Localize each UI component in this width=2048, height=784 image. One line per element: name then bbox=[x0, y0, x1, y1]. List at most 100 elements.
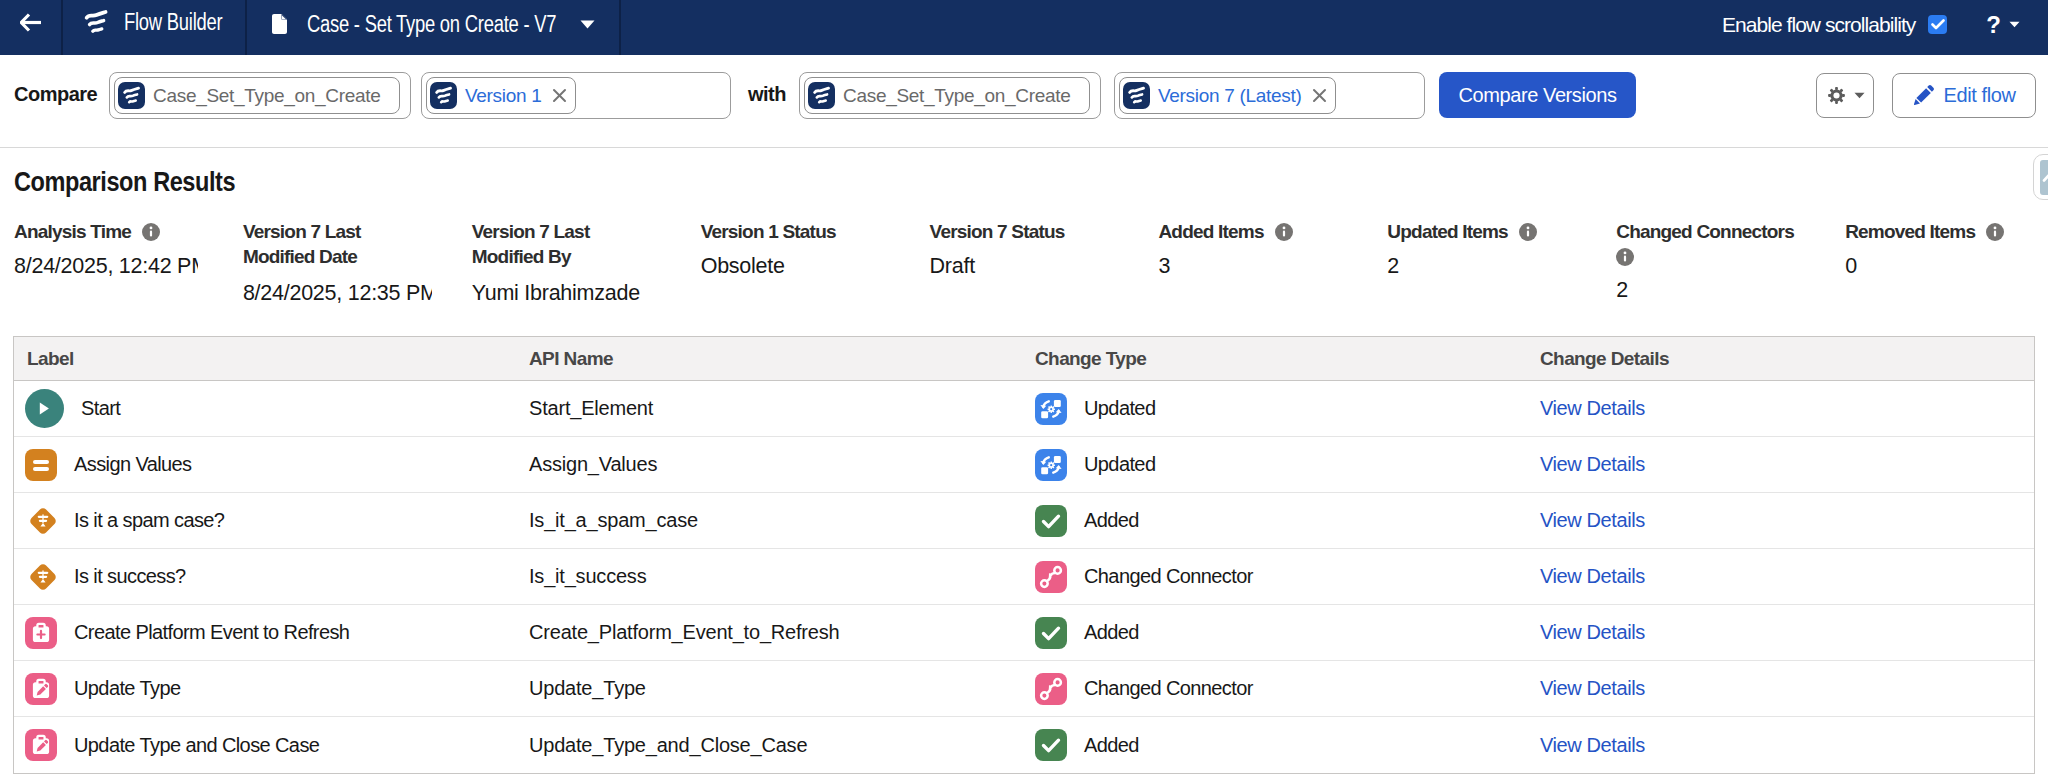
summary-label: Changed Connectors bbox=[1616, 219, 1806, 244]
assignment-icon bbox=[25, 449, 57, 481]
summary-label-glyph: Analysis Time bbox=[14, 219, 131, 244]
info-icon[interactable] bbox=[142, 223, 160, 241]
summary-value: 8/24/2025, 12:42 PM bbox=[14, 253, 198, 279]
compare-toolbar: Compare Case_Set_Type_on_Create bbox=[0, 55, 2048, 148]
change-type-label: Changed Connector bbox=[1084, 677, 1253, 700]
element-label: Is it success? bbox=[74, 565, 186, 588]
element-label: Start bbox=[81, 397, 120, 420]
changed-connector-icon-glyph bbox=[1035, 561, 1067, 593]
cell-change-type: Added bbox=[1035, 729, 1540, 761]
view-details-link[interactable]: View Details bbox=[1540, 509, 1645, 531]
topbar-divider bbox=[619, 0, 621, 55]
gear-icon bbox=[1826, 85, 1847, 106]
cell-change-details: View Details bbox=[1540, 621, 2034, 644]
settings-menu-button[interactable] bbox=[1816, 73, 1874, 118]
summary-label-glyph: Modified Date bbox=[243, 244, 357, 269]
table-row: Update Type and Close CaseUpdate_Type_an… bbox=[14, 717, 2034, 773]
left-flow-name: Case_Set_Type_on_Create bbox=[153, 85, 381, 107]
remove-left-version-button[interactable] bbox=[552, 88, 567, 103]
summary-label-glyph: Updated Items bbox=[1387, 219, 1508, 244]
element-label: Is it a spam case? bbox=[74, 509, 224, 532]
summary-item: Added Items3 bbox=[1158, 219, 1348, 306]
compare-versions-button[interactable]: Compare Versions bbox=[1439, 72, 1636, 118]
flow-icon-glyph bbox=[122, 86, 141, 105]
element-label: Create Platform Event to Refresh bbox=[74, 621, 349, 644]
decision-icon-glyph bbox=[29, 557, 57, 597]
record-update-icon-glyph bbox=[25, 729, 57, 761]
cell-api-name: Is_it_a_spam_case bbox=[529, 509, 1035, 532]
summary-item: Changed Connectors 2 bbox=[1616, 219, 1806, 306]
cell-change-type: Updated bbox=[1035, 449, 1540, 481]
cell-label: Is it a spam case? bbox=[14, 505, 529, 537]
cell-change-details: View Details bbox=[1540, 734, 2034, 757]
summary-grid: Analysis Time 8/24/2025, 12:42 PM Version … bbox=[14, 219, 2048, 306]
record-create-icon-glyph bbox=[25, 617, 57, 649]
left-version-pill[interactable]: Version 1 bbox=[426, 77, 576, 114]
cell-label: Create Platform Event to Refresh bbox=[14, 617, 529, 649]
summary-label: Version 7 Last bbox=[472, 219, 662, 244]
right-version-combobox[interactable]: Version 7 (Latest) bbox=[1114, 72, 1425, 119]
comparison-table: Label API Name Change Type Change Detail… bbox=[13, 336, 2035, 774]
help-menu[interactable]: ? bbox=[1986, 11, 2020, 39]
view-details-link[interactable]: View Details bbox=[1540, 565, 1645, 587]
back-arrow-icon bbox=[20, 13, 42, 32]
summary-label-glyph: Modified By bbox=[472, 244, 571, 269]
view-details-link[interactable]: View Details bbox=[1540, 621, 1645, 643]
cell-change-type: Changed Connector bbox=[1035, 673, 1540, 705]
help-icon: ? bbox=[1986, 11, 2001, 39]
added-icon-glyph bbox=[1035, 617, 1067, 649]
table-row: StartStart_ElementUpdatedView Details bbox=[14, 381, 2034, 437]
right-version-pill[interactable]: Version 7 (Latest) bbox=[1119, 77, 1336, 114]
info-icon[interactable] bbox=[1275, 223, 1293, 241]
view-details-link[interactable]: View Details bbox=[1540, 734, 1645, 756]
view-details-link[interactable]: View Details bbox=[1540, 453, 1645, 475]
with-label: with bbox=[748, 83, 786, 106]
topbar: Flow Builder Case - Set Type on Create -… bbox=[0, 0, 2048, 55]
record-update-icon-glyph bbox=[25, 673, 57, 705]
cell-label: Start bbox=[14, 389, 529, 428]
right-flow-pill[interactable]: Case_Set_Type_on_Create bbox=[804, 77, 1090, 114]
view-details-link[interactable]: View Details bbox=[1540, 397, 1645, 419]
added-icon-glyph bbox=[1035, 505, 1067, 537]
cell-change-type: Added bbox=[1035, 617, 1540, 649]
cell-api-name: Is_it_success bbox=[529, 565, 1035, 588]
table-header-row: Label API Name Change Type Change Detail… bbox=[14, 337, 2034, 381]
flow-tab[interactable]: Case - Set Type on Create - V7 bbox=[271, 0, 618, 48]
info-icon[interactable] bbox=[1616, 248, 1634, 266]
left-flow-combobox[interactable]: Case_Set_Type_on_Create bbox=[109, 72, 411, 119]
cell-label: Update Type and Close Case bbox=[14, 729, 529, 761]
summary-value: 3 bbox=[1158, 253, 1342, 279]
back-button[interactable] bbox=[0, 0, 62, 44]
flow-icon-glyph bbox=[434, 86, 453, 105]
summary-label-glyph: Changed Connectors bbox=[1616, 219, 1794, 244]
edit-flow-button[interactable]: Edit flow bbox=[1892, 73, 2036, 118]
topbar-divider bbox=[245, 0, 247, 55]
right-flow-combobox[interactable]: Case_Set_Type_on_Create bbox=[799, 72, 1101, 119]
added-icon bbox=[1035, 729, 1067, 761]
changed-connector-icon bbox=[1035, 673, 1067, 705]
cell-change-type: Updated bbox=[1035, 393, 1540, 425]
cell-change-details: View Details bbox=[1540, 509, 2034, 532]
summary-item: Version 7 StatusDraft bbox=[930, 219, 1120, 306]
summary-label: Updated Items bbox=[1387, 219, 1577, 244]
left-version-combobox[interactable]: Version 1 bbox=[421, 72, 731, 119]
info-icon[interactable] bbox=[1519, 223, 1537, 241]
column-header-change-details: Change Details bbox=[1540, 348, 2034, 370]
element-label: Update Type and Close Case bbox=[74, 734, 319, 757]
view-details-link[interactable]: View Details bbox=[1540, 677, 1645, 699]
table-row: Is it success? Is_it_success Changed Conne… bbox=[14, 549, 2034, 605]
info-icon[interactable] bbox=[1986, 223, 2004, 241]
updated-icon bbox=[1035, 393, 1067, 425]
chevron-up-icon bbox=[2042, 172, 2048, 182]
remove-right-version-button[interactable] bbox=[1312, 88, 1327, 103]
scrollbar-fragment[interactable] bbox=[2033, 154, 2048, 200]
change-type-label: Changed Connector bbox=[1084, 565, 1253, 588]
info-icon-glyph bbox=[1275, 223, 1293, 241]
start-icon-glyph bbox=[25, 389, 64, 428]
column-header-label: Label bbox=[14, 348, 529, 370]
change-type-label: Updated bbox=[1084, 397, 1155, 420]
scrollability-checkbox[interactable] bbox=[1928, 15, 1947, 34]
summary-label-line2 bbox=[1616, 248, 1806, 266]
summary-value: 2 bbox=[1616, 277, 1800, 303]
left-flow-pill[interactable]: Case_Set_Type_on_Create bbox=[114, 77, 400, 114]
